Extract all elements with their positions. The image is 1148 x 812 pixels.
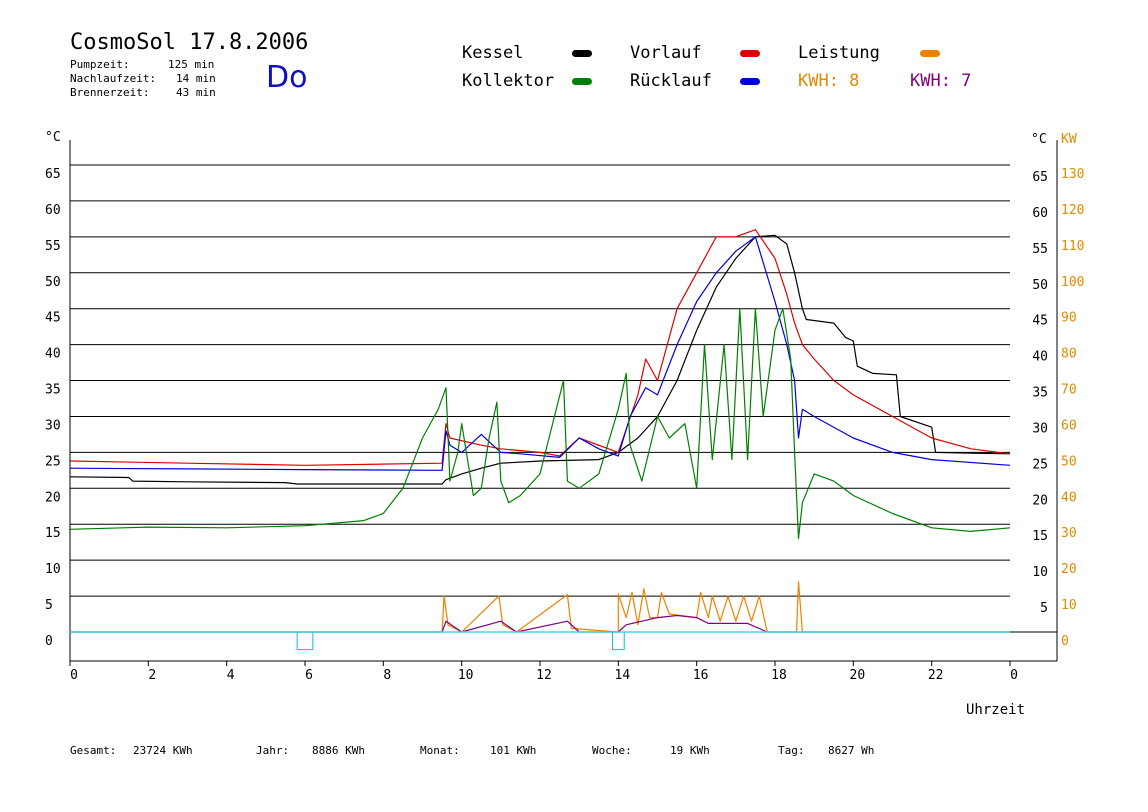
y-tick-right-temp-20: 20 (1032, 493, 1048, 508)
y-tick-left-5: 5 (45, 598, 53, 613)
y-tick-left-55: 55 (45, 239, 61, 254)
y-tick-right-power-60: 60 (1061, 418, 1077, 433)
tarif-marker-1 (296, 631, 314, 651)
y-tick-left-20: 20 (45, 490, 61, 505)
x-tick-label-12: 0 (1010, 668, 1018, 683)
x-tick-label-2: 4 (227, 668, 235, 683)
y-tick-left-0: 0 (45, 634, 53, 649)
x-tick-label-10: 20 (850, 668, 866, 683)
y-tick-right-power-130: 130 (1061, 167, 1084, 182)
y-tick-right-power-50: 50 (1061, 454, 1077, 469)
series-line-rücklauf (69, 236, 1011, 471)
temperature-chart: 0 2 4 6 8 10 12 14 16 18 20 22 065605550454035302520… (45, 130, 1084, 683)
y-tick-left-10: 10 (45, 562, 61, 577)
y-tick-left-40: 40 (45, 347, 61, 362)
y-tick-right-temp-50: 50 (1032, 278, 1048, 293)
y-tick-left-25: 25 (45, 454, 61, 469)
y-tick-left-45: 45 (45, 311, 61, 326)
x-tick-label-6: 12 (536, 668, 552, 683)
axis-layer (69, 140, 1058, 666)
y-tick-right-power-90: 90 (1061, 311, 1077, 326)
y-tick-left-35: 35 (45, 383, 61, 398)
series-line-kollektor (69, 308, 1011, 540)
footer-woche-value: 19 KWh (670, 744, 710, 757)
y-axis-unit-right-power: KW (1061, 132, 1077, 147)
y-tick-right-power-40: 40 (1061, 490, 1077, 505)
series-line-vorlauf (69, 229, 1011, 466)
footer-gesamt-label: Gesamt: (70, 744, 117, 757)
x-tick-label-1: 2 (148, 668, 156, 683)
footer-tag-label: Tag: (778, 744, 805, 757)
y-tick-right-temp-15: 15 (1032, 529, 1048, 544)
y-tick-right-temp-40: 40 (1032, 350, 1048, 365)
x-tick-label-0: 0 (70, 668, 78, 683)
footer-jahr-value: 8886 KWh (312, 744, 365, 757)
y-tick-right-temp-10: 10 (1032, 565, 1048, 580)
x-tick-label-8: 16 (693, 668, 709, 683)
footer-woche-label: Woche: (592, 744, 632, 757)
y-tick-right-temp-30: 30 (1032, 421, 1048, 436)
y-tick-right-temp-65: 65 (1032, 170, 1048, 185)
x-axis-label: Uhrzeit (966, 702, 1026, 718)
y-tick-right-temp-45: 45 (1032, 314, 1048, 329)
footer-jahr-label: Jahr: (256, 744, 290, 757)
x-tick-label-5: 10 (458, 668, 474, 683)
y-tick-left-15: 15 (45, 526, 61, 541)
y-tick-left-65: 65 (45, 167, 61, 182)
y-tick-right-power-30: 30 (1061, 526, 1077, 541)
tarif-marker-2 (611, 631, 625, 651)
x-tick-label-9: 18 (771, 668, 787, 683)
y-tick-right-temp-25: 25 (1032, 457, 1048, 472)
footer-monat-value: 101 KWh (490, 744, 537, 757)
marker-layer (296, 631, 625, 651)
y-tick-left-30: 30 (45, 418, 61, 433)
y-axis-unit-left: °C (45, 130, 61, 145)
series-line-leistung (70, 581, 1010, 633)
x-tick-label-4: 8 (383, 668, 391, 683)
y-axis-unit-right-temp: °C (1031, 132, 1047, 147)
y-tick-right-power-100: 100 (1061, 275, 1084, 290)
footer-monat-label: Monat: (420, 744, 460, 757)
grid-layer (70, 164, 1010, 597)
x-tick-label-11: 22 (928, 668, 944, 683)
footer-tag-value: 8627 Wh (828, 744, 875, 757)
y-tick-right-temp-35: 35 (1032, 386, 1048, 401)
y-tick-right-temp-55: 55 (1032, 242, 1048, 257)
y-tick-right-power-10: 10 (1061, 598, 1077, 613)
x-tick-label-7: 14 (615, 668, 631, 683)
y-tick-right-power-70: 70 (1061, 383, 1077, 398)
x-tick-label-3: 6 (305, 668, 313, 683)
series-line-leistung2 (70, 614, 1010, 633)
y-tick-right-temp-60: 60 (1032, 206, 1048, 221)
footer-gesamt-value: 23724 KWh (133, 744, 193, 757)
y-tick-right-temp-5: 5 (1040, 601, 1048, 616)
y-tick-right-power-80: 80 (1061, 347, 1077, 362)
y-tick-right-power-110: 110 (1061, 239, 1084, 254)
y-tick-left-60: 60 (45, 203, 61, 218)
y-tick-left-50: 50 (45, 275, 61, 290)
y-tick-right-power-20: 20 (1061, 562, 1077, 577)
series-layer (69, 229, 1011, 633)
y-tick-right-power-120: 120 (1061, 203, 1084, 218)
y-tick-right-power-0: 0 (1061, 634, 1069, 649)
